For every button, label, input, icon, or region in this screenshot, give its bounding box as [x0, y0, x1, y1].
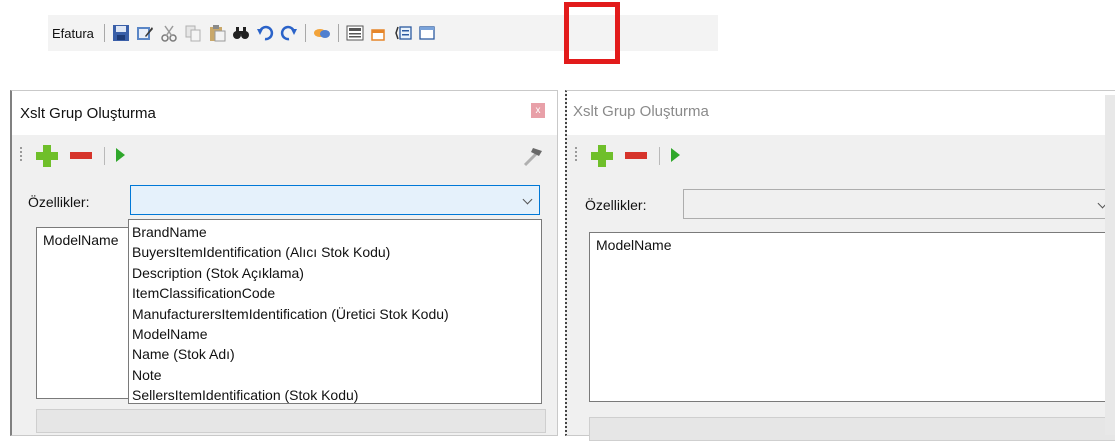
link-icon[interactable]	[313, 24, 331, 42]
properties-combobox[interactable]	[683, 189, 1115, 219]
toolbar-separator	[304, 24, 306, 42]
properties-dropdown-list[interactable]: BrandName BuyersItemIdentification (Alıc…	[128, 219, 542, 404]
toolbar-grip[interactable]	[20, 147, 22, 163]
paste-icon[interactable]	[208, 24, 226, 42]
copy-icon[interactable]	[184, 24, 202, 42]
run-icon[interactable]	[671, 148, 680, 162]
dropdown-option[interactable]: SellersItemIdentification (Stok Kodu)	[132, 385, 538, 405]
redo-icon[interactable]	[280, 24, 298, 42]
toolbar-separator	[103, 24, 105, 42]
cut-icon[interactable]	[160, 24, 178, 42]
group-listbox[interactable]: ModelName	[589, 232, 1115, 402]
list-properties-icon[interactable]	[394, 24, 412, 42]
toolbar-separator	[337, 24, 339, 42]
status-bar	[589, 417, 1115, 441]
toolbar-separator	[104, 147, 105, 165]
dropdown-option[interactable]: BuyersItemIdentification (Alıcı Stok Kod…	[132, 242, 538, 262]
dropdown-option[interactable]: Description (Stok Açıklama)	[132, 263, 538, 283]
window-icon[interactable]	[418, 24, 436, 42]
form-icon[interactable]	[346, 24, 364, 42]
dropdown-option[interactable]: Note	[132, 365, 538, 385]
backdrop-text	[110, 75, 370, 89]
dropdown-option[interactable]: ItemClassificationCode	[132, 283, 538, 303]
dropdown-option[interactable]: BrandName	[132, 222, 538, 242]
remove-icon[interactable]	[625, 152, 647, 159]
list-item[interactable]: ModelName	[596, 237, 1112, 253]
small-window-icon[interactable]	[370, 24, 388, 42]
dropdown-option[interactable]: ManufacturersItemIdentification (Üretici…	[132, 304, 538, 324]
save-icon[interactable]	[112, 24, 130, 42]
find-icon[interactable]	[232, 24, 250, 42]
add-icon[interactable]	[36, 145, 58, 167]
panel-toolbar	[567, 135, 1115, 171]
left-titlebar: Xslt Grup Oluşturma x	[12, 91, 557, 135]
properties-label: Özellikler:	[28, 194, 90, 210]
toolbar-separator	[659, 147, 660, 165]
dialog-title: Xslt Grup Oluşturma	[573, 103, 709, 120]
properties-combobox[interactable]	[130, 185, 540, 215]
undo-icon[interactable]	[256, 24, 274, 42]
status-bar	[36, 409, 546, 433]
properties-label: Özellikler:	[585, 197, 647, 213]
right-dialog: Xslt Grup Oluşturma Özellikler: ModelNam…	[565, 90, 1115, 441]
dialog-title: Xslt Grup Oluşturma	[20, 105, 156, 122]
edit-icon[interactable]	[136, 24, 154, 42]
add-icon[interactable]	[591, 145, 613, 167]
panel-toolbar	[12, 135, 557, 171]
hammer-icon[interactable]	[521, 145, 545, 169]
run-icon[interactable]	[116, 148, 125, 162]
close-button[interactable]: x	[531, 103, 545, 118]
toolbar-label: Efatura	[52, 25, 94, 41]
highlight-box	[564, 2, 620, 64]
backdrop-text	[580, 75, 1110, 89]
scrollbar[interactable]	[1105, 95, 1115, 435]
toolbar-grip[interactable]	[575, 147, 577, 163]
chevron-down-icon[interactable]	[522, 194, 533, 205]
dropdown-option[interactable]: Name (Stok Adı)	[132, 344, 538, 364]
remove-icon[interactable]	[70, 152, 92, 159]
dropdown-option[interactable]: ModelName	[132, 324, 538, 344]
right-titlebar: Xslt Grup Oluşturma	[567, 91, 1115, 135]
